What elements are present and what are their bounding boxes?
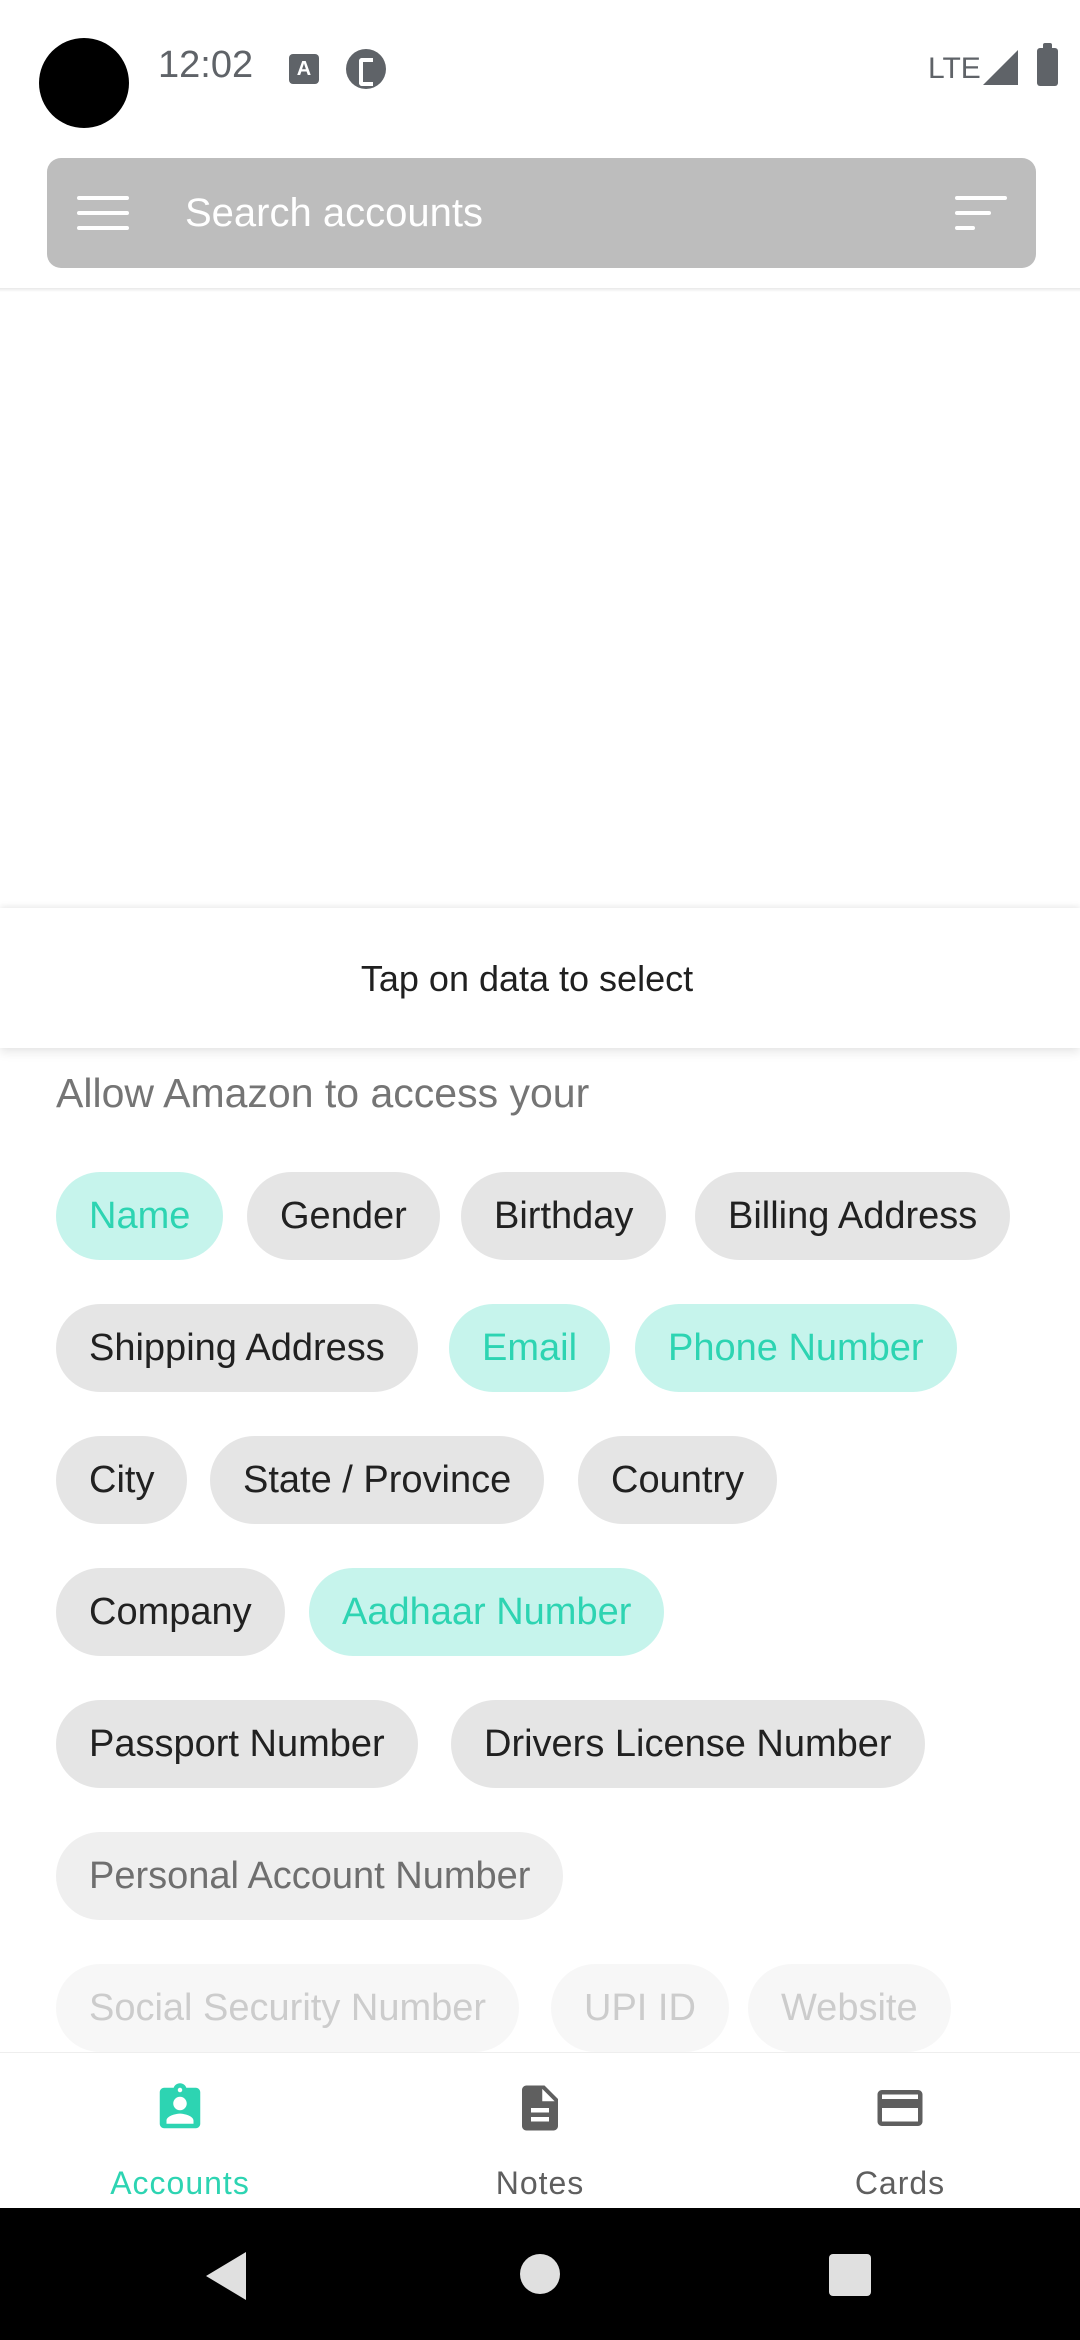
back-icon[interactable]: [206, 2252, 246, 2300]
camera-cutout: [39, 38, 129, 128]
menu-icon[interactable]: [77, 196, 129, 230]
data-chip-state-province[interactable]: State / Province: [210, 1436, 545, 1524]
sort-icon[interactable]: [955, 196, 1007, 232]
data-chip-drivers-license-number[interactable]: Drivers License Number: [451, 1700, 925, 1788]
data-chip-country[interactable]: Country: [578, 1436, 778, 1524]
nav-item-notes[interactable]: Notes: [360, 2053, 720, 2209]
accounts-list: [0, 292, 1080, 907]
data-chip-billing-address[interactable]: Billing Address: [695, 1172, 1011, 1260]
data-chip-passport-number[interactable]: Passport Number: [56, 1700, 418, 1788]
bottom-sheet-body: Allow Amazon to access your Name Gender …: [0, 1048, 1080, 2052]
status-bar: 12:02 A LTE: [0, 0, 1080, 140]
note-icon: [522, 2085, 558, 2131]
data-chip-upi-id[interactable]: UPI ID: [551, 1964, 729, 2052]
battery-icon: [1037, 43, 1058, 86]
data-chip-personal-account-number[interactable]: Personal Account Number: [56, 1832, 564, 1920]
network-type: LTE: [928, 52, 981, 85]
nav-item-accounts[interactable]: Accounts: [0, 2053, 360, 2209]
data-chip-website[interactable]: Website: [748, 1964, 951, 2052]
sheet-title: Tap on data to select: [360, 958, 694, 999]
data-chip-social-security-number[interactable]: Social Security Number: [56, 1964, 520, 2052]
signal-icon: [983, 50, 1018, 85]
status-time: 12:02: [158, 44, 254, 86]
nav-label-notes: Notes: [495, 2165, 585, 2201]
credit-card-icon: [877, 2090, 923, 2126]
app-notification-icon: [346, 49, 386, 89]
data-chip-company[interactable]: Company: [56, 1568, 285, 1656]
text-notification-icon: A: [289, 54, 319, 84]
nav-label-accounts: Accounts: [110, 2165, 250, 2201]
nav-label-cards: Cards: [854, 2165, 946, 2201]
bottom-sheet-header[interactable]: Tap on data to select: [0, 908, 1080, 1048]
home-icon[interactable]: [520, 2254, 560, 2294]
sheet-subtitle: Allow Amazon to access your: [56, 1070, 590, 1116]
search-bar[interactable]: Search accounts: [47, 158, 1036, 268]
recents-icon[interactable]: [829, 2254, 871, 2296]
data-chip-city[interactable]: City: [56, 1436, 188, 1524]
data-chip-birthday[interactable]: Birthday: [461, 1172, 667, 1260]
data-chip-name[interactable]: Name: [56, 1172, 224, 1260]
system-navigation-bar: [0, 2208, 1080, 2340]
data-chip-email[interactable]: Email: [449, 1304, 611, 1392]
data-chip-shipping-address[interactable]: Shipping Address: [56, 1304, 418, 1392]
data-chip-gender[interactable]: Gender: [247, 1172, 440, 1260]
data-chip-phone-number[interactable]: Phone Number: [635, 1304, 957, 1392]
account-badge-icon: [159, 2083, 201, 2129]
data-chip-aadhaar-number[interactable]: Aadhaar Number: [309, 1568, 665, 1656]
nav-item-cards[interactable]: Cards: [720, 2053, 1080, 2209]
bottom-navigation: Accounts Notes Cards: [0, 2052, 1080, 2208]
search-input[interactable]: Search accounts: [185, 191, 483, 236]
